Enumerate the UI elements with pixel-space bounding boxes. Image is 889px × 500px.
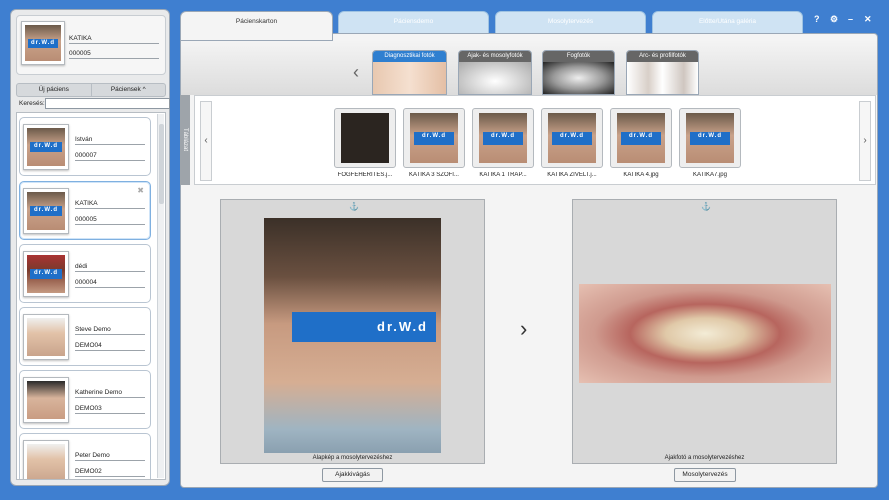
patient-name: Steve Demo [75, 326, 145, 335]
close-icon[interactable]: ✖ [137, 186, 144, 195]
category-label: Fogfotók [543, 51, 614, 62]
lip-photo-panel: ⚓ Ajakfotó a mosolytervezéshez [572, 199, 837, 464]
photo-caption: KATIKA 1 TRAP... [479, 172, 527, 178]
smile-design-button[interactable]: Mosolytervezés [674, 468, 736, 482]
patient-photo [23, 314, 69, 360]
category-diagnostic-photos[interactable]: Diagnosztikai fotók [372, 50, 447, 95]
photo-caption: KATIKA 4.jpg [623, 172, 659, 178]
help-icon[interactable]: ? [814, 14, 820, 24]
chevron-left-icon[interactable]: ‹ [353, 62, 359, 83]
photo-thumbnail[interactable]: dr.W.d [472, 108, 534, 168]
patient-card[interactable]: Steve Demo DEMO04 [19, 307, 151, 366]
gear-icon[interactable]: ⚙ [830, 14, 838, 25]
teeth-image [543, 62, 614, 94]
new-patient-button[interactable]: Új páciens [17, 84, 91, 96]
patient-photo: dr.W.d [23, 188, 69, 234]
sidebar-tabs: Új páciens Páciensek ^ [16, 83, 166, 97]
patient-id: DEMO02 [75, 468, 145, 477]
patient-id: 000004 [75, 279, 145, 288]
patient-card-selected[interactable]: dr.W.d KATIKA 000005 ✖ [19, 181, 151, 240]
base-photo[interactable]: dr.W.d [264, 218, 441, 453]
current-patient-name: KATIKA [69, 35, 159, 44]
lips-image [459, 62, 531, 94]
category-lip-smile-photos[interactable]: Ajak- és mosolyfotók [458, 50, 532, 95]
patient-id: 000007 [75, 152, 145, 161]
photo-thumbnail[interactable]: dr.W.d [403, 108, 465, 168]
logo-bar: dr.W.d [27, 38, 59, 49]
category-label: Ajak- és mosolyfotók [459, 51, 531, 62]
base-photo-panel: ⚓ dr.W.d Alapkép a mosolytervezéshez [220, 199, 485, 464]
scrollbar-thumb[interactable] [159, 124, 164, 204]
tab-patient-card[interactable]: Pácienskarton [180, 11, 333, 41]
patient-card[interactable]: dr.W.d dédi 000004 [19, 244, 151, 303]
photo-thumbnail[interactable] [334, 108, 396, 168]
patient-photo: dr.W.d [23, 251, 69, 297]
pin-icon[interactable]: ⚓ [701, 202, 711, 211]
table-tab[interactable]: Táblázat [180, 95, 190, 185]
photo-thumbnail[interactable]: dr.W.d [541, 108, 603, 168]
photo-caption: KATIKA7.jpg [693, 172, 727, 178]
logo-bar: dr.W.d [292, 312, 436, 342]
current-patient-id: 000005 [69, 50, 159, 59]
current-patient-card: dr.W.d KATIKA 000005 [16, 15, 166, 75]
patient-photo [23, 377, 69, 423]
patient-name: dédi [75, 263, 145, 272]
smile-image [373, 62, 446, 94]
patient-card[interactable]: Peter Demo DEMO02 [19, 433, 151, 479]
lip-photo[interactable] [579, 284, 831, 383]
lip-photo-caption: Ajakfotó a mosolytervezéshez [664, 455, 745, 461]
patient-card[interactable]: Katherine Demo DEMO03 [19, 370, 151, 429]
patients-tab[interactable]: Páciensek ^ [90, 84, 166, 96]
pin-icon[interactable]: ⚓ [349, 202, 359, 211]
patient-name: Peter Demo [75, 452, 145, 461]
patient-id: DEMO04 [75, 342, 145, 351]
patient-name: KATIKA [75, 200, 145, 209]
patient-id: 000005 [75, 216, 145, 225]
category-label: Arc- és profilfotók [627, 51, 698, 62]
patient-name: István [75, 136, 145, 145]
chevron-right-icon[interactable]: › [859, 101, 871, 181]
photo-caption: FOGFEHÉRÍTÉS.j... [337, 172, 393, 178]
patient-list: dr.W.d István 000007 dr.W.d KATIKA 00000… [16, 112, 166, 480]
patient-photo: dr.W.d [23, 124, 69, 170]
patient-sidebar: dr.W.d KATIKA 000005 Új páciens Páciense… [10, 9, 170, 486]
category-teeth-photos[interactable]: Fogfotók [542, 50, 615, 95]
chevron-right-icon[interactable]: › [520, 316, 527, 342]
chevron-left-icon[interactable]: ‹ [200, 101, 212, 181]
photo-thumbnail[interactable]: dr.W.d [679, 108, 741, 168]
search-label: Keresés: [19, 100, 45, 107]
photo-caption: KATIKA ZÍVELT.j... [547, 172, 597, 178]
profile-image [627, 62, 698, 94]
patient-card[interactable]: dr.W.d István 000007 [19, 117, 151, 176]
patient-id: DEMO03 [75, 405, 145, 414]
patient-photo [23, 440, 69, 479]
base-photo-caption: Alapkép a mosolytervezéshez [312, 455, 393, 461]
photo-strip: ‹ › FOGFEHÉRÍTÉS.j... dr.W.d KATIKA 3 SZ… [194, 95, 876, 185]
category-label: Diagnosztikai fotók [373, 51, 446, 62]
patient-name: Katherine Demo [75, 389, 145, 398]
photo-caption: KATIKA 3 SZOFI... [409, 172, 459, 178]
current-patient-photo: dr.W.d [21, 21, 65, 65]
patient-list-scrollbar[interactable] [157, 114, 164, 478]
search-input[interactable] [45, 98, 170, 109]
close-icon[interactable]: ✕ [864, 14, 872, 25]
minimize-icon[interactable]: – [848, 14, 853, 24]
photo-thumbnail[interactable]: dr.W.d [610, 108, 672, 168]
lip-cut-button[interactable]: Ajakkivágás [322, 468, 383, 482]
category-face-profile-photos[interactable]: Arc- és profilfotók [626, 50, 699, 95]
